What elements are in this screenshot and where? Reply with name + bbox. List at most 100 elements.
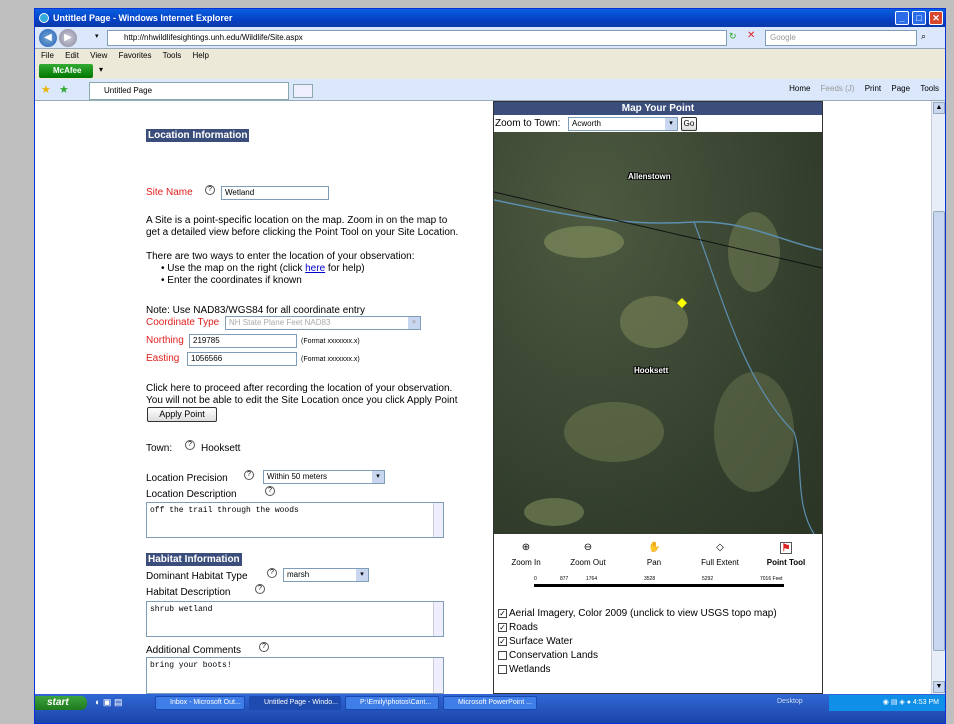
comments-textarea[interactable]: bring your boots! — [146, 657, 444, 694]
habitat-desc-textarea[interactable]: shrub wetland — [146, 601, 444, 637]
site-name-input[interactable]: Wetland — [221, 186, 329, 200]
tools-button[interactable]: Tools — [920, 84, 939, 93]
stop-icon[interactable]: ✕ — [747, 30, 755, 41]
map-features — [494, 191, 822, 534]
feeds-button[interactable]: Feeds (J) — [821, 84, 855, 93]
search-input[interactable]: Google — [765, 30, 917, 46]
layer-aerial-label: Aerial Imagery, Color 2009 (unclick to v… — [509, 608, 777, 619]
checkbox-checked-icon[interactable]: ✓ — [498, 608, 507, 618]
favorites-star-icon[interactable]: ★ — [41, 83, 51, 96]
scroll-down-icon[interactable]: ▼ — [933, 681, 945, 693]
task-outlook[interactable]: Inbox - Microsoft Out... — [155, 696, 245, 710]
help-link[interactable]: here — [305, 263, 325, 274]
help-icon[interactable]: ? — [244, 470, 254, 480]
bullet-use-map-end: for help) — [325, 263, 365, 274]
zoom-out-tool[interactable]: ⊖ Zoom Out — [558, 542, 618, 567]
dominant-habitat-select[interactable]: marsh ▾ — [283, 568, 369, 582]
layer-roads[interactable]: ✓ Roads — [498, 622, 538, 633]
zoom-to-town-row: Zoom to Town: Acworth ▾ Go — [494, 116, 822, 132]
task-explorer[interactable]: P:\Emily\photos\Cant... — [345, 696, 439, 710]
checkbox-empty-icon[interactable] — [498, 650, 507, 660]
point-tool[interactable]: ⚑ Point Tool — [756, 542, 816, 567]
tab-bar: ★ ★ Untitled Page Home Feeds (J) Print P… — [35, 79, 945, 101]
menu-tools[interactable]: Tools — [163, 51, 182, 60]
menu-edit[interactable]: Edit — [65, 51, 79, 60]
help-icon[interactable]: ? — [259, 642, 269, 652]
help-icon[interactable]: ? — [265, 486, 275, 496]
tab-untitled-page[interactable]: Untitled Page — [89, 82, 289, 100]
full-extent-tool[interactable]: ◇ Full Extent — [690, 542, 750, 567]
location-desc-label: Location Description — [146, 489, 237, 500]
apply-point-button[interactable]: Apply Point — [147, 407, 217, 422]
point-tool-icon: ⚑ — [780, 542, 792, 554]
textarea-scrollbar[interactable] — [433, 658, 443, 693]
proceed-line-2: You will not be able to edit the Site Lo… — [146, 395, 458, 406]
start-button[interactable]: start — [35, 696, 87, 710]
tray-icons[interactable]: ◉ ▤ ◈ ● — [883, 699, 913, 706]
northing-input[interactable]: 219785 — [189, 334, 297, 348]
mcafee-button[interactable]: McAfee — [39, 64, 93, 78]
go-button[interactable]: Go — [681, 117, 697, 131]
url-input[interactable]: http://nhwildlifesightings.unh.edu/Wildl… — [107, 30, 727, 46]
layer-wetlands[interactable]: Wetlands — [498, 664, 551, 675]
task-ie[interactable]: Untitled Page - Windo... — [249, 696, 341, 710]
bullet-use-map-text: Use the map on the right (click — [167, 263, 306, 274]
point-tool-label: Point Tool — [766, 558, 806, 567]
page-button[interactable]: Page — [891, 84, 910, 93]
new-tab-button[interactable] — [293, 84, 313, 98]
minimize-button[interactable]: _ — [895, 11, 909, 25]
print-button[interactable]: Print — [865, 84, 881, 93]
easting-input[interactable]: 1056566 — [187, 352, 297, 366]
help-icon[interactable]: ? — [255, 584, 265, 594]
back-button[interactable]: ◀ — [39, 29, 57, 47]
coord-type-value: NH State Plane Feet NAD83 — [229, 318, 331, 327]
northing-format-hint: (Format xxxxxxx.x) — [301, 338, 360, 345]
layer-surface-water[interactable]: ✓ Surface Water — [498, 636, 573, 647]
maximize-button[interactable]: □ — [912, 11, 926, 25]
textarea-scrollbar[interactable] — [433, 602, 443, 636]
checkbox-checked-icon[interactable]: ✓ — [498, 636, 507, 646]
help-icon[interactable]: ? — [205, 185, 215, 195]
map-panel: Map Your Point Zoom to Town: Acworth ▾ Go — [493, 101, 823, 694]
desktop-toolbar[interactable]: Desktop — [777, 698, 803, 705]
history-dropdown-icon[interactable]: ▾ — [95, 32, 99, 40]
aerial-map[interactable]: Allenstown Hooksett — [494, 132, 822, 534]
help-icon[interactable]: ? — [185, 440, 195, 450]
window-title: Untitled Page - Windows Internet Explore… — [53, 13, 233, 23]
checkbox-empty-icon[interactable] — [498, 664, 507, 674]
refresh-icon[interactable]: ↻ — [729, 31, 737, 42]
page-scrollbar[interactable]: ▲ ▼ — [931, 101, 945, 694]
quick-launch-icons[interactable]: ◐ ▣ ▤ — [95, 697, 122, 708]
checkbox-checked-icon[interactable]: ✓ — [498, 622, 507, 632]
menu-view[interactable]: View — [90, 51, 107, 60]
scroll-up-icon[interactable]: ▲ — [933, 102, 945, 114]
home-button[interactable]: Home — [789, 84, 810, 93]
zoom-town-select[interactable]: Acworth ▾ — [568, 117, 678, 131]
close-button[interactable]: ✕ — [929, 11, 943, 25]
zoom-in-tool[interactable]: ⊕ Zoom In — [496, 542, 556, 567]
scroll-thumb[interactable] — [933, 211, 945, 651]
search-icon[interactable]: ⌕ — [921, 31, 926, 42]
menu-favorites[interactable]: Favorites — [119, 51, 152, 60]
clearing — [714, 372, 794, 492]
clearing — [524, 498, 584, 526]
help-icon[interactable]: ? — [267, 568, 277, 578]
layer-aerial[interactable]: ✓ Aerial Imagery, Color 2009 (unclick to … — [498, 608, 777, 619]
add-favorite-icon[interactable]: ★ — [59, 83, 69, 96]
command-bar: Home Feeds (J) Print Page Tools — [781, 84, 939, 93]
task-powerpoint[interactable]: Microsoft PowerPoint ... — [443, 696, 537, 710]
coord-type-select[interactable]: NH State Plane Feet NAD83 ▾ — [225, 316, 421, 330]
layer-conservation[interactable]: Conservation Lands — [498, 650, 598, 661]
zoom-town-value: Acworth — [572, 119, 601, 128]
zoom-in-label: Zoom In — [511, 558, 541, 567]
comments-label: Additional Comments — [146, 645, 242, 656]
textarea-scrollbar[interactable] — [433, 503, 443, 537]
pan-tool[interactable]: ✋ Pan — [624, 542, 684, 567]
menu-help[interactable]: Help — [193, 51, 209, 60]
forward-button[interactable]: ▶ — [59, 29, 77, 47]
mcafee-dropdown-icon[interactable]: ▾ — [99, 65, 103, 74]
menu-file[interactable]: File — [41, 51, 54, 60]
location-desc-textarea[interactable]: off the trail through the woods — [146, 502, 444, 538]
chevron-down-icon: ▾ — [372, 471, 384, 483]
precision-select[interactable]: Within 50 meters ▾ — [263, 470, 385, 484]
